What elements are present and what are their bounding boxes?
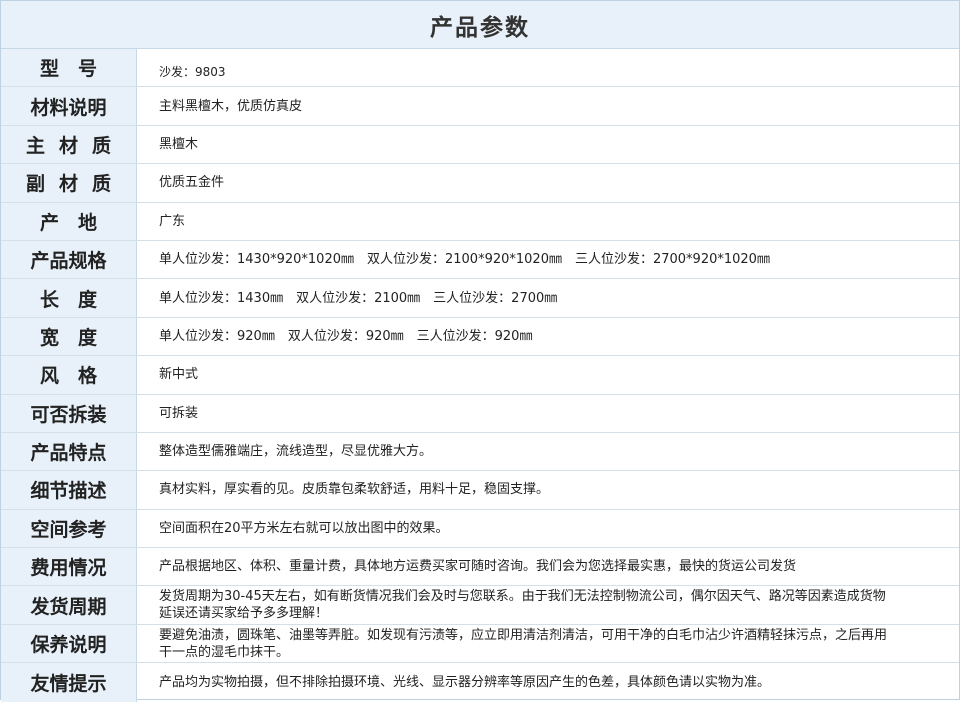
row-value: 新中式 [159,367,199,383]
row-value: 单人位沙发：920㎜ 双人位沙发：920㎜ 三人位沙发：920㎜ [159,328,533,344]
table-row: 发货周期 发货周期为30-45天左右，如有断货情况我们会及时与您联系。由于我们无… [1,586,959,625]
row-label: 产 地 [1,202,137,240]
row-value: 发货周期为30-45天左右，如有断货情况我们会及时与您联系。由于我们无法控制物流… [159,589,886,622]
row-label: 细节描述 [1,471,137,509]
table-row: 友情提示 产品均为实物拍摄，但不排除拍摄环境、光线、显示器分辨率等原因产生的色差… [1,663,959,702]
row-value: 可拆装 [159,405,199,421]
table-row: 保养说明 要避免油渍，圆珠笔、油墨等弄脏。如发现有污渍等，应立即用清洁剂清洁，可… [1,624,959,664]
row-label: 友情提示 [1,663,137,702]
row-label: 长 度 [1,279,137,317]
row-label: 产品特点 [1,432,137,471]
table-row: 产 地 广东 [1,202,959,241]
table-row: 宽 度 单人位沙发：920㎜ 双人位沙发：920㎜ 三人位沙发：920㎜ [1,317,959,357]
table-row: 长 度 单人位沙发：1430㎜ 双人位沙发：2100㎜ 三人位沙发：2700㎜ [1,279,959,318]
product-params-table: 产品参数 型 号 沙发：9803 材料说明 主料黑檀木，优质仿真皮 主材质 黑檀… [0,0,960,702]
row-label: 风 格 [1,356,137,394]
table-row: 可否拆装 可拆装 [1,394,959,433]
row-label: 材料说明 [1,87,137,125]
table-title: 产品参数 [1,1,959,49]
row-label: 可否拆装 [1,394,137,432]
row-value: 空间面积在20平方米左右就可以放出图中的效果。 [159,520,449,536]
row-label: 费用情况 [1,548,137,586]
row-value: 真材实料，厚实看的见。皮质靠包柔软舒适，用料十足，稳固支撑。 [159,482,550,498]
row-value: 广东 [159,213,186,229]
table-row: 费用情况 产品根据地区、体积、重量计费，具体地方运费买家可随时咨询。我们会为您选… [1,548,959,587]
table-row: 产品规格 单人位沙发：1430*920*1020㎜ 双人位沙发：2100*920… [1,240,959,280]
row-value: 要避免油渍，圆珠笔、油墨等弄脏。如发现有污渍等，应立即用清洁剂清洁，可用干净的白… [159,627,888,660]
row-value: 优质五金件 [159,175,225,191]
table-row: 空间参考 空间面积在20平方米左右就可以放出图中的效果。 [1,509,959,549]
row-label: 发货周期 [1,586,137,624]
row-label: 副材质 [1,164,137,202]
row-label: 宽 度 [1,317,137,356]
table-row: 型 号 沙发：9803 [1,49,959,88]
row-value: 黑檀木 [159,136,199,152]
row-value: 整体造型儒雅端庄，流线造型，尽显优雅大方。 [159,444,433,460]
table-row: 主材质 黑檀木 [1,125,959,165]
row-value: 产品均为实物拍摄，但不排除拍摄环境、光线、显示器分辨率等原因产生的色差，具体颜色… [159,674,771,690]
row-value: 主料黑檀木，优质仿真皮 [159,98,303,114]
row-value: 沙发：9803 [159,65,226,80]
table-row: 产品特点 整体造型儒雅端庄，流线造型，尽显优雅大方。 [1,432,959,472]
table-row: 细节描述 真材实料，厚实看的见。皮质靠包柔软舒适，用料十足，稳固支撑。 [1,471,959,510]
row-value: 单人位沙发：1430*920*1020㎜ 双人位沙发：2100*920*1020… [159,252,770,268]
table-row: 风 格 新中式 [1,356,959,395]
row-value: 单人位沙发：1430㎜ 双人位沙发：2100㎜ 三人位沙发：2700㎜ [159,290,558,306]
row-label: 保养说明 [1,624,137,663]
table-row: 材料说明 主料黑檀木，优质仿真皮 [1,87,959,126]
row-value: 产品根据地区、体积、重量计费，具体地方运费买家可随时咨询。我们会为您选择最实惠，… [159,559,797,575]
row-label: 空间参考 [1,509,137,548]
row-label: 产品规格 [1,240,137,279]
table-row: 副材质 优质五金件 [1,164,959,203]
row-label: 主材质 [1,125,137,164]
row-label: 型 号 [1,49,137,87]
